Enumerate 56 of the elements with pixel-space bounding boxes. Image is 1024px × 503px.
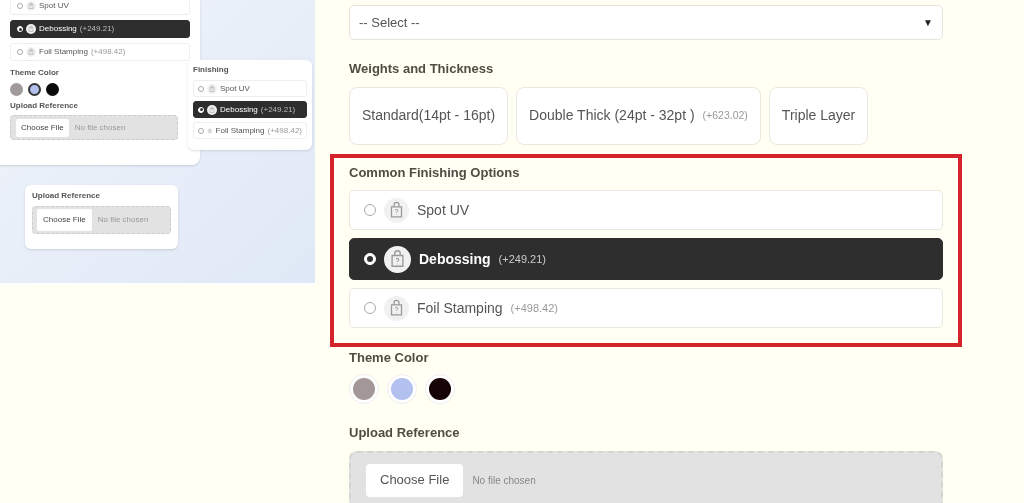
choose-file-button[interactable]: Choose File [37,209,92,231]
file-status: No file chosen [472,473,536,488]
finishing-option[interactable]: Foil Stamping (+498.42) [193,122,307,139]
section-label: Theme Color [349,349,430,367]
finishing-option[interactable]: Foil Stamping (+498.42) [10,43,190,61]
section-label: Upload Reference [349,423,461,442]
radio-button[interactable] [364,302,376,314]
color-swatch[interactable] [28,83,41,96]
finishing-option[interactable]: Debossing (+249.21) [10,20,190,38]
radio-button[interactable] [364,204,376,216]
radio-button[interactable] [17,49,23,55]
option-name: Debossing [419,249,491,269]
thickness-option[interactable]: Double Thick (24pt - 32pt ) (+623.02) [516,86,761,145]
option-name: Spot UV [417,200,470,220]
radio-button[interactable] [17,3,23,9]
dropdown-arrow: ▼ [923,16,933,30]
color-swatch[interactable] [46,83,59,96]
section-label: Common Finishing Options [349,163,521,182]
section-label: Theme Color [10,67,60,79]
option-name: Foil Stamping [215,124,265,137]
radio-button[interactable] [198,127,204,134]
card-title: Finishing [193,64,230,76]
file-status: No file chosen [97,214,149,226]
option-name: Spot UV [220,82,250,95]
card-title: Upload Reference [32,190,102,202]
option-price: (+249.21) [260,103,296,116]
file-status: No file chosen [74,121,126,134]
thickness-option[interactable]: Triple Layer [768,86,869,145]
option-name: Foil Stamping [39,46,88,58]
finishing-option[interactable]: Foil Stamping (+498.42) [349,288,943,328]
option-name: Foil Stamping [417,298,503,318]
option-name: Spot UV [39,0,69,12]
option-price: (+498.42) [510,300,558,316]
radio-button[interactable] [198,85,204,92]
finishing-option[interactable]: Spot UV [193,80,307,97]
select-dropdown[interactable]: -- Select -- ▼ [349,5,943,40]
option-name: Debossing [39,23,77,35]
upload-dropzone[interactable]: Choose File No file chosen [32,206,171,234]
finishing-option[interactable]: Debossing (+249.21) [349,238,943,280]
option-name: Debossing [220,103,258,116]
option-price: (+498.42) [90,46,126,58]
choose-file-button[interactable]: Choose File [16,118,69,137]
finishing-option[interactable]: Debossing (+249.21) [193,101,307,118]
select-placeholder: -- Select -- [359,13,420,32]
section-label: Weights and Thickness [349,60,495,78]
color-swatch[interactable] [10,83,23,96]
section-label: Upload Reference [10,100,80,112]
finishing-option[interactable]: Spot UV [349,190,943,230]
option-price: (+249.21) [79,23,115,35]
upload-dropzone[interactable]: Choose File No file chosen [10,115,178,140]
finishing-option[interactable]: Spot UV [10,0,190,15]
choose-file-button[interactable]: Choose File [366,463,464,497]
thickness-option[interactable]: Standard(14pt - 16pt) [349,86,509,145]
option-price: (+249.21) [498,251,546,267]
upload-dropzone[interactable]: Choose File No file chosen [349,451,943,503]
option-price: (+498.42) [267,124,302,137]
